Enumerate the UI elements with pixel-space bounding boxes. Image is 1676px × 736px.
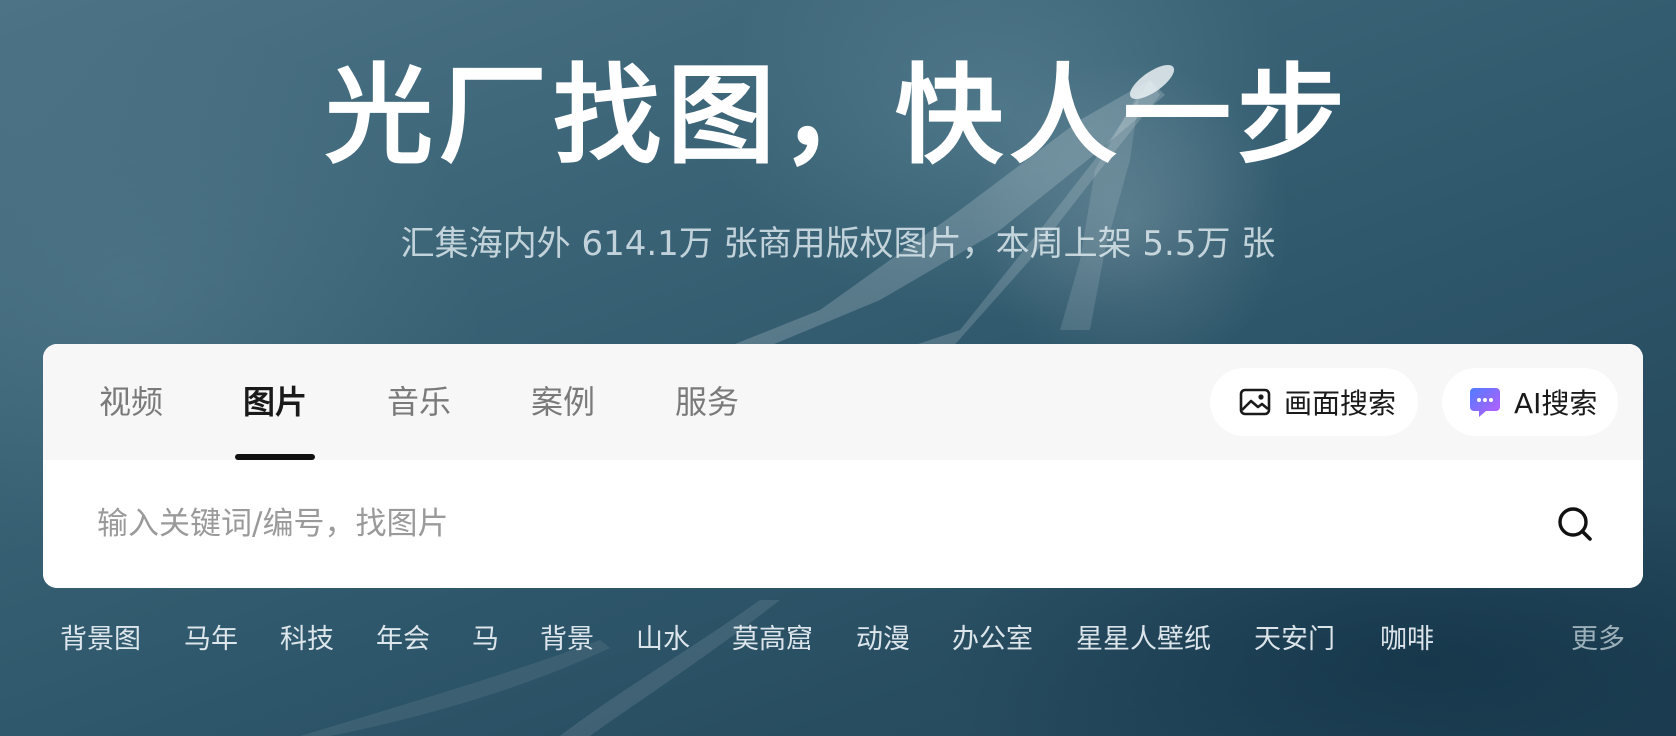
hot-tag[interactable]: 马年 <box>184 620 238 660</box>
tab-video[interactable]: 视频 <box>99 344 163 460</box>
hero-subtitle: 汇集海内外 614.1万 张商用版权图片，本周上架 5.5万 张 <box>400 224 1276 264</box>
hot-tag[interactable]: 背景图 <box>60 620 141 660</box>
search-type-tabs: 视频 图片 音乐 案例 服务 画面搜索 AI搜索 <box>43 344 1643 460</box>
tab-cases[interactable]: 案例 <box>531 344 595 460</box>
ai-chat-icon <box>1470 388 1500 417</box>
tab-images[interactable]: 图片 <box>243 344 307 460</box>
hot-tag[interactable]: 背景 <box>540 620 594 660</box>
hero-section: 光厂找图，快人一步 汇集海内外 614.1万 张商用版权图片，本周上架 5.5万… <box>0 0 1676 736</box>
hot-tag[interactable]: 科技 <box>280 620 334 660</box>
hot-tag[interactable]: 山水 <box>636 620 690 660</box>
hero-title: 光厂找图，快人一步 <box>324 54 1351 179</box>
hot-tag[interactable]: 办公室 <box>952 620 1033 660</box>
hot-tag[interactable]: 咖啡 <box>1380 620 1434 660</box>
image-search-label: 画面搜索 <box>1284 387 1397 420</box>
image-icon <box>1239 388 1271 416</box>
hot-tag[interactable]: 马 <box>472 620 499 660</box>
search-bar <box>43 460 1643 588</box>
more-tags-link[interactable]: 更多 <box>1571 620 1625 660</box>
tab-services[interactable]: 服务 <box>675 344 739 460</box>
hot-tag[interactable]: 莫高窟 <box>732 620 813 660</box>
hot-tag[interactable]: 动漫 <box>856 620 910 660</box>
hot-tag[interactable]: 天安门 <box>1254 620 1335 660</box>
search-icon[interactable] <box>1555 504 1595 544</box>
ai-search-button[interactable]: AI搜索 <box>1442 368 1618 436</box>
hot-tag[interactable]: 年会 <box>376 620 430 660</box>
tab-music[interactable]: 音乐 <box>387 344 451 460</box>
search-input[interactable] <box>97 488 1477 560</box>
hot-tag[interactable]: 星星人壁纸 <box>1076 620 1211 660</box>
ai-search-label: AI搜索 <box>1514 387 1598 420</box>
image-search-button[interactable]: 画面搜索 <box>1210 368 1418 436</box>
search-panel: 视频 图片 音乐 案例 服务 画面搜索 AI搜索 输入关键词/编号，找图片 <box>43 344 1643 588</box>
